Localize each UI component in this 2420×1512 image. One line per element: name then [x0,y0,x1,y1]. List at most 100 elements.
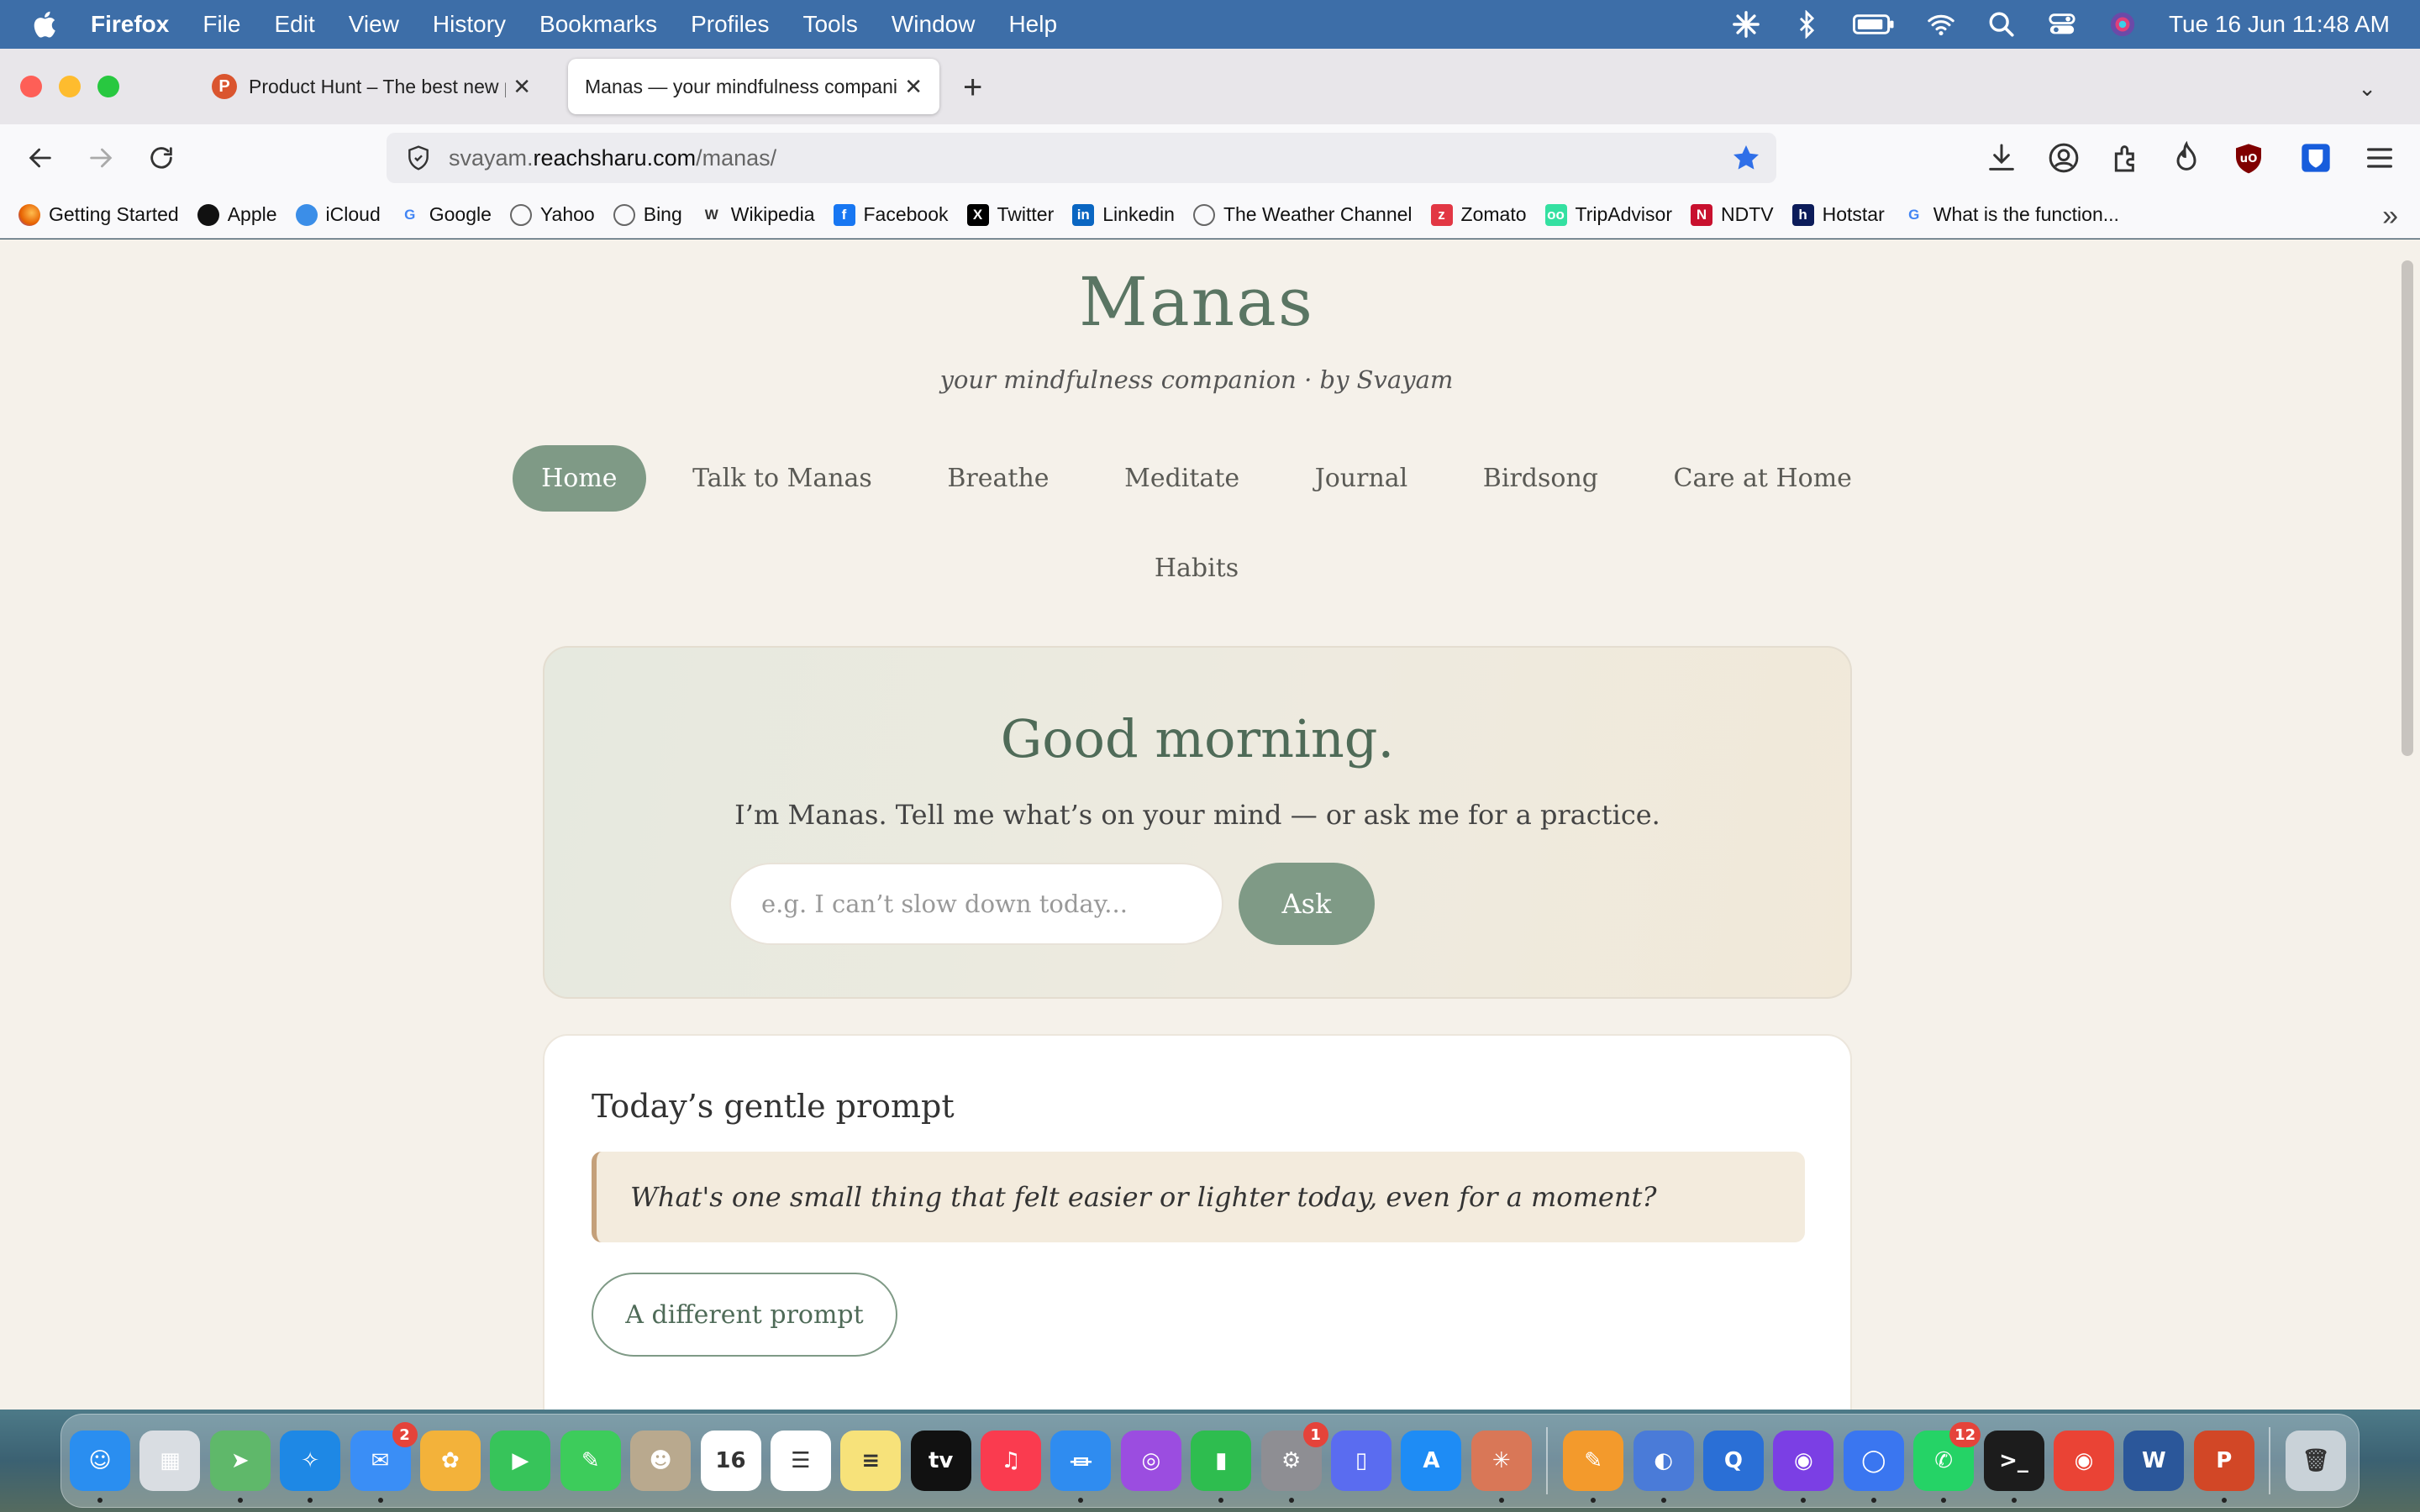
bookmark-item[interactable]: N NDTV [1690,203,1774,226]
page-scrollbar[interactable] [2402,260,2413,756]
bookmark-item[interactable]: oo TripAdvisor [1544,203,1672,226]
menu-profiles[interactable]: Profiles [691,11,769,38]
menu-help[interactable]: Help [1008,11,1057,38]
notes-icon[interactable]: ≡ [840,1431,902,1491]
back-button[interactable] [22,139,59,176]
apple-menu-icon[interactable] [30,9,57,39]
bookmark-item[interactable]: X Twitter [966,203,1054,226]
new-tab-plus-icon[interactable]: + [963,69,982,107]
reminders-icon[interactable]: ☰ [770,1431,831,1491]
calendar-icon[interactable]: 16 [700,1431,761,1491]
podcasts-icon[interactable]: ◎ [1120,1431,1181,1491]
maps-icon[interactable]: ➤ [209,1431,271,1503]
iphone-mirroring-icon[interactable]: ▯ [1331,1431,1392,1491]
bookmark-item[interactable]: G Google [399,203,492,226]
numbers-icon[interactable]: ▮ [1191,1431,1252,1503]
powerpoint-icon[interactable]: P [2193,1431,2254,1503]
nav-birdsong[interactable]: Birdsong [1455,445,1627,512]
bookmark-item[interactable]: in Linkedin [1072,203,1175,226]
nav-care-at-home[interactable]: Care at Home [1645,445,1881,512]
chrome-icon[interactable]: ◉ [2053,1431,2114,1491]
address-bar[interactable]: svayam. reachsharu.com/manas/ [387,133,1776,183]
close-tab-icon[interactable]: ✕ [904,74,923,100]
bookmark-item[interactable]: Apple [197,203,277,226]
battery-icon[interactable] [1852,10,1895,39]
zoom-window-button[interactable] [97,76,119,97]
bookmark-item[interactable]: iCloud [295,203,381,226]
nav-talk-to-manas[interactable]: Talk to Manas [664,445,901,512]
tab-manas[interactable]: Manas — your mindfulness compani ✕ [568,59,939,114]
nav-habits[interactable]: Habits [1126,535,1267,601]
account-icon[interactable] [2047,141,2081,175]
bookmark-item[interactable]: h Hotstar [1791,203,1885,226]
bookmark-item[interactable]: W Wikipedia [701,203,815,226]
firefox-icon[interactable]: ◉ [1773,1431,1834,1503]
menu-file[interactable]: File [203,11,240,38]
ublock-origin-icon[interactable]: uO [2232,141,2265,175]
menu-tools[interactable]: Tools [802,11,857,38]
music-icon[interactable]: ♫ [981,1431,1042,1491]
finder-icon[interactable]: ☺ [70,1431,130,1503]
messages-icon[interactable]: ✎ [560,1431,621,1491]
whatsapp-icon[interactable]: ✆ 12 [1913,1422,1981,1503]
more-bookmarks-chevron-icon[interactable]: » [2382,200,2398,233]
wifi-icon[interactable] [1927,10,1955,39]
menu-history[interactable]: History [433,11,506,38]
control-center-icon[interactable] [2048,10,2076,39]
menu-edit[interactable]: Edit [274,11,314,38]
shield-icon[interactable] [405,144,432,171]
spotlight-search-icon[interactable] [1987,10,2016,39]
minimize-window-button[interactable] [59,76,81,97]
downloads-icon[interactable] [1985,141,2018,175]
bookmark-item[interactable]: Yahoo [509,203,595,226]
contacts-icon[interactable]: ☻ [630,1431,692,1491]
signal-icon[interactable]: ◯ [1843,1431,1904,1503]
menu-bookmarks[interactable]: Bookmarks [539,11,657,38]
menu-view[interactable]: View [349,11,399,38]
ask-input[interactable] [729,863,1223,945]
forward-button[interactable] [82,139,119,176]
claude-status-icon[interactable] [1732,10,1760,39]
extensions-icon[interactable] [2109,141,2143,175]
bookmark-item[interactable]: The Weather Channel [1192,203,1413,226]
reload-button[interactable] [143,139,180,176]
site-brand-title[interactable]: Manas [0,263,2393,341]
menu-window[interactable]: Window [892,11,976,38]
apple-tv-icon[interactable]: tv [910,1431,971,1491]
bluetooth-icon[interactable] [1792,10,1821,39]
bookmark-item[interactable]: Getting Started [18,203,179,226]
nav-meditate[interactable]: Meditate [1096,445,1268,512]
word-icon[interactable]: W [2123,1431,2185,1491]
siri-icon[interactable] [2108,10,2137,39]
facetime-icon[interactable]: ▶ [490,1431,551,1491]
mail-icon[interactable]: ✉ 2 [350,1422,418,1503]
close-tab-icon[interactable]: ✕ [513,74,531,100]
pages-icon[interactable]: ✎ [1563,1431,1624,1503]
bookmark-item[interactable]: f Facebook [833,203,949,226]
close-window-button[interactable] [20,76,42,97]
bookmark-item[interactable]: Bing [613,203,682,226]
quicktime-icon[interactable]: Q [1702,1431,1764,1491]
bookmark-item[interactable]: G What is the function... [1903,203,2119,226]
photos-icon[interactable]: ✿ [419,1431,481,1491]
nav-journal[interactable]: Journal [1286,445,1437,512]
trash-icon[interactable]: 🗑 [2286,1431,2347,1491]
bitwarden-icon[interactable] [2299,141,2333,175]
claude-icon[interactable]: ✳ [1470,1431,1532,1503]
nav-breathe[interactable]: Breathe [918,445,1077,512]
launchpad-icon[interactable]: ▦ [139,1431,201,1491]
app-menu-hamburger-icon[interactable] [2363,141,2396,175]
bookmark-item[interactable]: z Zomato [1430,203,1527,226]
bookmark-star-icon[interactable] [1731,143,1761,173]
menu-clock[interactable]: Tue 16 Jun 11:48 AM [2169,11,2390,38]
stickies-icon[interactable]: ◐ [1633,1431,1694,1503]
app-store-icon[interactable]: A [1401,1431,1462,1491]
system-settings-icon[interactable]: ⚙ 1 [1260,1422,1328,1503]
list-all-tabs-chevron-icon[interactable]: ⌄ [2358,76,2376,102]
safari-icon[interactable]: ✧ [280,1431,341,1503]
tab-product-hunt[interactable]: P Product Hunt – The best new pr ✕ [195,59,548,114]
menu-app-name[interactable]: Firefox [91,11,169,38]
keynote-icon[interactable]: ⏛ [1050,1431,1112,1503]
flame-extension-icon[interactable] [2170,141,2203,175]
terminal-icon[interactable]: >_ [1983,1431,2044,1503]
